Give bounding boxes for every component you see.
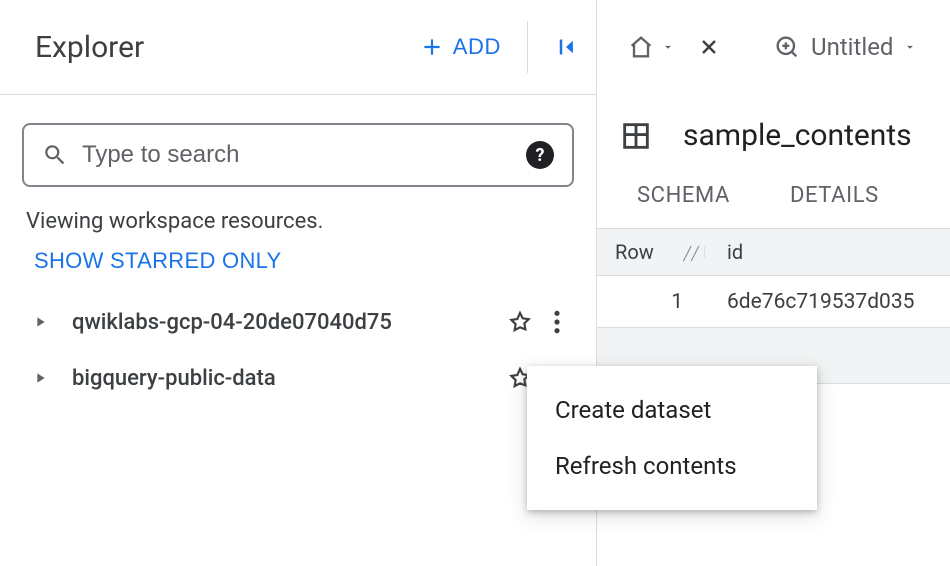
- query-icon: [773, 33, 801, 61]
- show-starred-button[interactable]: SHOW STARRED ONLY: [34, 248, 282, 274]
- tree-item-label: qwiklabs-gcp-04-20de07040d75: [50, 310, 500, 335]
- caret-down-icon: [903, 40, 917, 54]
- table-row[interactable]: 1 6de76c719537d035: [597, 276, 950, 328]
- results-table: Row ╱╱ id 1 6de76c719537d035: [597, 228, 950, 384]
- cell-row-number: 1: [597, 290, 705, 314]
- table-title: sample_contents: [683, 118, 912, 153]
- collapse-left-icon: [551, 32, 581, 62]
- caret-right-icon: [30, 314, 50, 330]
- tab-schema[interactable]: SCHEMA: [637, 183, 730, 208]
- search-icon: [42, 142, 68, 168]
- sidebar-body: ? Viewing workspace resources. SHOW STAR…: [0, 94, 596, 406]
- tree-item-project[interactable]: qwiklabs-gcp-04-20de07040d75: [22, 294, 574, 350]
- search-input[interactable]: [82, 141, 512, 169]
- add-button[interactable]: ADD: [411, 28, 509, 66]
- breadcrumb: sample_contents: [597, 94, 950, 153]
- add-button-label: ADD: [453, 34, 501, 60]
- star-outline-icon: [507, 309, 533, 335]
- resource-tree: qwiklabs-gcp-04-20de07040d75: [22, 294, 574, 406]
- tab-bar: Untitled: [597, 0, 950, 94]
- sub-tabs: SCHEMA DETAILS: [597, 153, 950, 228]
- table-icon: [619, 119, 653, 153]
- collapse-sidebar-button[interactable]: [544, 25, 588, 69]
- explorer-sidebar: Explorer ADD ? Viewin: [0, 0, 597, 566]
- caret-right-icon: [30, 370, 50, 386]
- caret-down-icon: [661, 40, 675, 54]
- resources-hint: Viewing workspace resources.: [22, 209, 574, 234]
- menu-refresh-contents[interactable]: Refresh contents: [527, 438, 817, 494]
- home-tab[interactable]: [627, 33, 675, 61]
- tab-details[interactable]: DETAILS: [790, 183, 879, 208]
- tree-item-label: bigquery-public-data: [50, 366, 500, 391]
- close-tab-button[interactable]: [697, 35, 721, 59]
- resize-handle-icon[interactable]: ╱╱: [683, 247, 699, 262]
- more-actions-button[interactable]: [540, 302, 574, 342]
- plus-icon: [419, 34, 445, 60]
- star-button[interactable]: [500, 302, 540, 342]
- home-icon: [627, 33, 655, 61]
- table-header: Row ╱╱ id: [597, 228, 950, 276]
- sidebar-title: Explorer: [35, 30, 411, 65]
- help-icon[interactable]: ?: [526, 141, 554, 169]
- more-vert-icon: [553, 309, 561, 335]
- menu-create-dataset[interactable]: Create dataset: [527, 382, 817, 438]
- query-tab-label: Untitled: [811, 33, 893, 61]
- cell-id: 6de76c719537d035: [705, 290, 914, 314]
- header-id[interactable]: id: [705, 240, 743, 264]
- header-row[interactable]: Row ╱╱: [597, 240, 705, 264]
- sidebar-header: Explorer ADD: [0, 0, 596, 94]
- tree-item-project[interactable]: bigquery-public-data: [22, 350, 574, 406]
- search-field[interactable]: ?: [22, 123, 574, 187]
- context-menu: Create dataset Refresh contents: [527, 366, 817, 510]
- divider: [527, 21, 528, 73]
- query-tab[interactable]: Untitled: [773, 33, 917, 61]
